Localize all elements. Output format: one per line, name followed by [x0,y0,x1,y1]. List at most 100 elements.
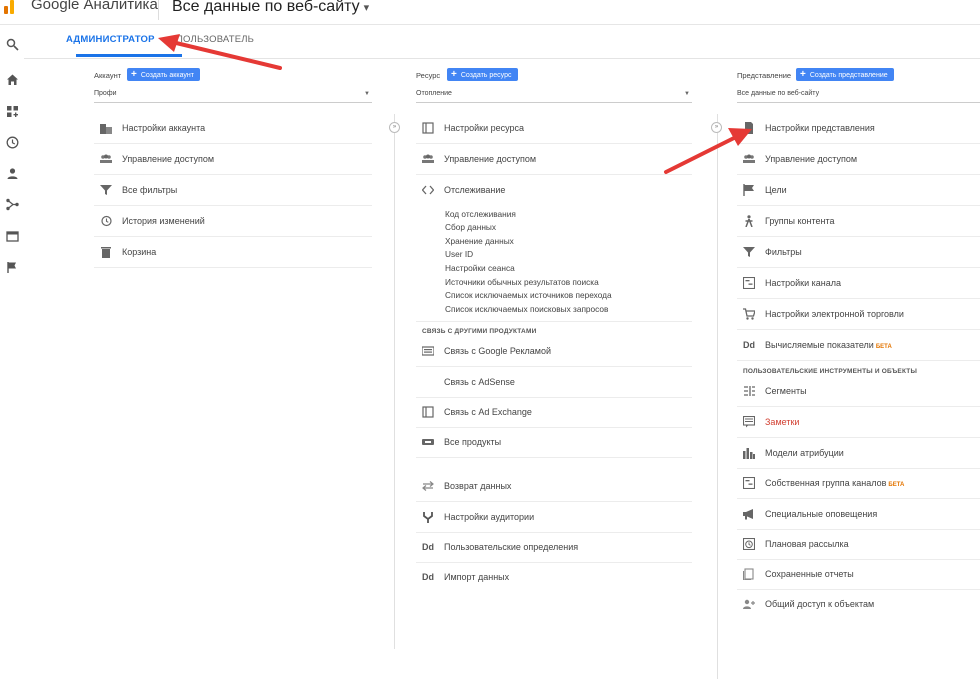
trash-item[interactable]: Корзина [94,237,372,268]
goals-item[interactable]: Цели [737,175,980,206]
audience-settings-item[interactable]: Настройки аудитории [416,502,692,533]
share-assets-item[interactable]: Общий доступ к объектам [737,589,980,619]
data-retention-link[interactable]: Хранение данных [445,236,514,246]
property-heading: Ресурс [416,71,441,80]
organic-sources-link[interactable]: Источники обычных результатов поиска [445,277,599,287]
scheduled-emails-item[interactable]: Плановая рассылка [737,529,980,560]
view-selector[interactable]: Все данные по веб-сайту ▾ [172,0,369,16]
account-settings-item[interactable]: Настройки аккаунта [94,113,372,144]
change-history-item[interactable]: История изменений [94,206,372,237]
view-heading: Представление [737,71,792,80]
person-walk-icon [745,215,753,227]
plus-icon: + [800,69,806,80]
audience-person-icon[interactable] [6,167,19,180]
left-nav [0,25,24,650]
account-access-item[interactable]: Управление доступом [94,144,372,175]
create-property-button[interactable]: + Создать ресурс [447,68,518,81]
content-grouping-item[interactable]: Группы контента [737,206,980,237]
cart-icon [743,308,755,320]
custom-channel-group-item[interactable]: Собственная группа каналов БЕТА [737,468,980,499]
segments-label: Сегменты [765,386,807,396]
conversions-flag-icon[interactable] [6,261,19,274]
ecommerce-settings-item[interactable]: Настройки электронной торговли [737,299,980,330]
search-icon[interactable] [6,38,19,51]
tracking-code-link[interactable]: Код отслеживания [445,209,516,219]
divider [158,0,159,20]
arrow-right-icon: » [389,122,400,133]
google-ads-link-item[interactable]: Связь с Google Рекламой [416,336,692,367]
attribution-models-label: Модели атрибуции [765,448,844,458]
channel-settings-item[interactable]: Настройки канала [737,268,980,299]
megaphone-icon [743,509,753,520]
view-access-item[interactable]: Управление доступом [737,144,980,175]
ad-exchange-link-item[interactable]: Связь с Ad Exchange [416,397,692,428]
custom-alerts-label: Специальные оповещения [765,509,878,519]
segments-item[interactable]: Сегменты [737,376,980,407]
top-bar: Google Аналитика Все данные по веб-сайту… [0,0,980,25]
realtime-clock-icon[interactable] [6,136,19,149]
custom-definitions-item[interactable]: Dd Пользовательские определения [416,532,692,563]
saved-reports-label: Сохраненные отчеты [765,569,854,579]
channel-icon [743,477,755,489]
return-icon [422,481,434,491]
tab-admin[interactable]: АДМИНИСТРАТОР [66,34,155,45]
dd-icon: Dd [422,572,434,582]
admin-content: Аккаунт + Создать аккаунт Профи ▼ Настройк… [24,59,980,679]
view-settings-item[interactable]: Настройки представления [737,113,980,144]
behavior-icon[interactable] [6,230,19,243]
data-import-label: Импорт данных [444,572,510,582]
view-filters-label: Фильтры [765,247,802,257]
create-view-button[interactable]: + Создать представление [796,68,894,81]
property-access-item[interactable]: Управление доступом [416,144,692,175]
view-filters-item[interactable]: Фильтры [737,237,980,268]
home-icon[interactable] [6,73,19,86]
beta-badge: БЕТА [888,482,905,488]
dd-icon: Dd [743,340,755,350]
fork-icon [423,512,433,523]
analytics-logo-icon [4,0,14,14]
search-term-exclusion-link[interactable]: Список исключаемых поисковых запросов [445,304,608,314]
code-icon [422,185,434,195]
custom-alerts-item[interactable]: Специальные оповещения [737,499,980,530]
divider [416,321,692,322]
trash-label: Корзина [122,247,157,257]
all-products-item[interactable]: Все продукты [416,427,692,458]
data-import-item[interactable]: Dd Импорт данных [416,562,692,592]
calculated-metrics-label-wrap: Вычисляемые показатели БЕТА [765,340,892,350]
property-settings-item[interactable]: Настройки ресурса [416,113,692,144]
view-settings-label: Настройки представления [765,123,875,133]
user-id-link[interactable]: User ID [445,249,473,259]
all-filters-item[interactable]: Все фильтры [94,175,372,206]
customization-icon[interactable] [6,105,19,118]
column-divider [394,114,395,649]
change-history-label: История изменений [122,216,205,226]
data-return-item[interactable]: Возврат данных [416,471,692,502]
attribution-models-item[interactable]: Модели атрибуции [737,438,980,469]
caret-down-icon: ▼ [364,91,370,97]
referral-exclusion-link[interactable]: Список исключаемых источников перехода [445,290,612,300]
calculated-metrics-item[interactable]: Dd Вычисляемые показатели БЕТА [737,330,980,361]
custom-definitions-label: Пользовательские определения [444,542,579,552]
view-select[interactable]: Все данные по веб-сайту [737,90,980,103]
content-grouping-label: Группы контента [765,216,835,226]
exchange-icon [422,406,434,418]
view-select-value: Все данные по веб-сайту [737,90,820,97]
channel-settings-label: Настройки канала [765,278,842,288]
ad-exchange-link-label: Связь с Ad Exchange [444,407,532,417]
building-icon [100,124,112,134]
property-select-value: Отопление [416,90,452,97]
property-select[interactable]: Отопление ▼ [416,90,692,103]
tracking-item[interactable]: Отслеживание [416,175,692,205]
caret-down-icon: ▼ [684,91,690,97]
data-collection-link[interactable]: Сбор данных [445,222,496,232]
filter-icon [100,185,112,195]
annotation-arrow [158,34,282,70]
dd-icon: Dd [422,542,434,552]
account-select[interactable]: Профи ▼ [94,90,372,103]
acquisition-icon[interactable] [6,198,19,211]
session-settings-link[interactable]: Настройки сеанса [445,263,515,273]
app-title: Google Аналитика [31,0,158,13]
saved-reports-item[interactable]: Сохраненные отчеты [737,559,980,590]
adsense-link-item[interactable]: Связь с AdSense [416,367,692,398]
notes-item[interactable]: Заметки [737,407,980,438]
